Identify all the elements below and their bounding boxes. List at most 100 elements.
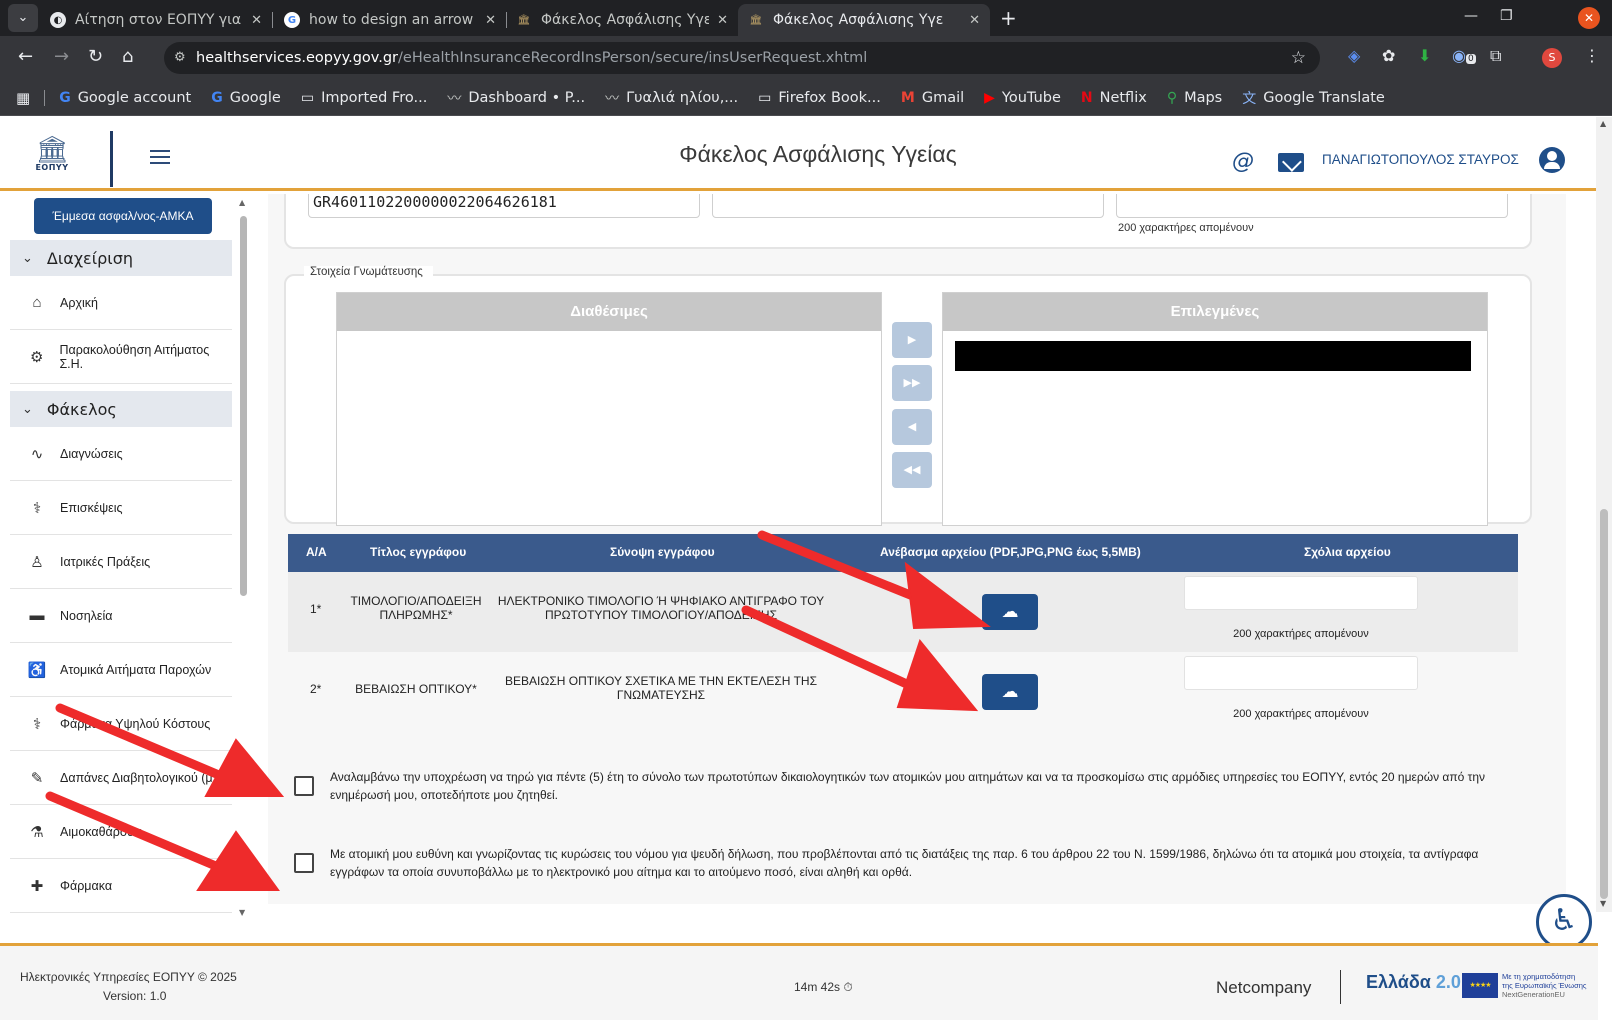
sidebar-group-management[interactable]: ⌄ Διαχείριση [10, 240, 232, 276]
bookmark-gmail[interactable]: M Gmail [901, 90, 964, 106]
tab-close-icon[interactable]: ✕ [251, 13, 262, 28]
user-avatar-icon[interactable] [1539, 147, 1565, 173]
available-list[interactable]: Διαθέσιμες [336, 292, 882, 526]
page-scroll-thumb[interactable] [1600, 509, 1608, 899]
tab-close-icon[interactable]: ✕ [717, 13, 728, 28]
sidebar-scroll-thumb[interactable] [240, 216, 247, 596]
declaration-checkbox[interactable] [294, 776, 314, 796]
sidebar-scrollbar[interactable]: ▲ ▼ [239, 198, 247, 917]
gmail-icon: M [900, 89, 915, 106]
chevron-down-icon: ⌄ [22, 250, 33, 266]
browser-tab-active[interactable]: 🏛 Φάκελος Ασφάλισης Υγε ✕ [738, 4, 990, 36]
available-list-header: Διαθέσιμες [337, 293, 881, 331]
bookmark-youtube[interactable]: ▶ YouTube [984, 90, 1061, 106]
upload-cloud-button[interactable]: ☁ [982, 594, 1038, 630]
sidebar-item-diagnoses[interactable]: ∿ Διαγνώσεις [10, 427, 232, 481]
tab-close-icon[interactable]: ✕ [969, 13, 980, 28]
user-name[interactable]: ΠΑΝΑΓΙΩΤΟΠΟΥΛΟΣ ΣΤΑΥΡΟΣ [1322, 152, 1519, 167]
declaration-checkbox[interactable] [294, 853, 314, 873]
scroll-down-icon[interactable]: ▼ [1600, 899, 1606, 908]
new-tab-button[interactable]: + [1000, 6, 1017, 30]
bank-comments-input[interactable] [1116, 194, 1508, 218]
extension-tag-icon[interactable]: ◈ [1348, 46, 1360, 65]
document-summary: ΗΛΕΚΤΡΟΝΙΚΟ ΤΙΜΟΛΟΓΙΟ Ή ΨΗΦΙΑΚΟ ΑΝΤΙΓΡΑΦ… [496, 594, 826, 622]
extension-badge-icon[interactable]: ◉ 0 [1452, 46, 1476, 65]
mail-icon[interactable] [1278, 153, 1304, 172]
apps-grid-icon[interactable]: ▦ [16, 89, 30, 107]
bookmark-star-icon[interactable]: ☆ [1291, 42, 1306, 74]
iban-input[interactable]: GR4601102200000022064626181 [308, 194, 700, 218]
move-right-button[interactable]: ▶ [892, 322, 932, 358]
scroll-up-icon[interactable]: ▲ [239, 198, 245, 207]
sidebar-item-high-cost-drugs[interactable]: ⚕ Φάρμακα Υψηλού Κόστους [10, 697, 232, 751]
bookmark-translate[interactable]: 文 Google Translate [1242, 88, 1385, 108]
move-all-left-button[interactable]: ◀◀ [892, 452, 932, 488]
upload-cloud-button[interactable]: ☁ [982, 674, 1038, 710]
bookmark-dashboard[interactable]: 〰 Dashboard • P... [447, 88, 585, 108]
page-scrollbar[interactable]: ▲ ▼ [1596, 117, 1612, 912]
profile-avatar[interactable]: S [1542, 48, 1562, 68]
browser-tab[interactable]: 🏛 Φάκελος Ασφάλισης Υγε ✕ [506, 4, 738, 36]
declaration-text: Με ατομική μου ευθύνη και γνωρίζοντας τι… [330, 847, 1479, 879]
sidebar-item-dialysis[interactable]: ⚗ Αιμοκαθάρσεις [10, 805, 232, 859]
accessibility-icon[interactable]: ♿ [1536, 894, 1592, 950]
bookmark-imported-folder[interactable]: ▭ Imported Fro... [301, 90, 427, 106]
sidebar-item-label: Αιμοκαθάρσεις [60, 824, 142, 839]
netflix-icon: N [1080, 89, 1093, 106]
bookmark-maps[interactable]: ⚲ Maps [1167, 90, 1222, 106]
home-icon[interactable]: ⌂ [122, 46, 133, 67]
sidebar-item-medical-procedures[interactable]: ♙ Ιατρικές Πράξεις [10, 535, 232, 589]
browser-menu-icon[interactable]: ⋮ [1584, 46, 1600, 65]
move-left-button[interactable]: ◀ [892, 409, 932, 445]
account-holder-input[interactable] [712, 194, 1104, 218]
minimize-icon[interactable]: — [1464, 8, 1478, 24]
bookmark-label: Google account [77, 89, 192, 106]
sidebar-item-diabetes-expenses[interactable]: ✎ Δαπάνες Διαβητολογικού (μ [10, 751, 232, 805]
sidebar-item-hospitalization[interactable]: ▬ Νοσηλεία [10, 589, 232, 643]
redacted-selected-item[interactable] [955, 341, 1471, 371]
hamburger-menu-icon[interactable] [150, 150, 170, 168]
bookmark-firefox-folder[interactable]: ▭ Firefox Book... [758, 90, 881, 106]
restore-icon[interactable]: ❐ [1500, 8, 1513, 24]
browser-tab[interactable]: ◐ Αίτηση στον ΕΟΠΥΥ για v ✕ [40, 4, 272, 36]
sidebar-item-medicines[interactable]: ✚ Φάρμακα [10, 859, 232, 913]
sidebar-item-benefit-requests[interactable]: ♿ Ατομικά Αιτήματα Παροχών [10, 643, 232, 697]
address-bar[interactable]: ⚙ healthservices.eopyy.gov.gr/eHealthIns… [164, 42, 1320, 74]
sidebar-group-label: Φάκελος [46, 399, 117, 419]
google-icon: G [211, 89, 223, 106]
at-sign-icon[interactable]: @ [1232, 149, 1254, 174]
file-comment-input[interactable] [1184, 576, 1418, 610]
site-info-icon[interactable]: ⚙ [174, 42, 186, 74]
bookmark-google-account[interactable]: G Google account [59, 90, 191, 106]
forward-icon[interactable]: → [54, 46, 69, 67]
back-icon[interactable]: ← [18, 46, 33, 67]
eopyy-logo[interactable]: 🏛 ΕΟΠΥΥ [30, 137, 74, 177]
sidebar-item-request-tracking[interactable]: ⚙ Παρακολούθηση Αιτήματος Σ.Η. [10, 330, 232, 384]
sidebar-item-home[interactable]: ⌂ Αρχική [10, 276, 232, 330]
sidebar-item-label: Ατομικά Αιτήματα Παροχών [60, 662, 212, 677]
bookmark-netflix[interactable]: N Netflix [1081, 90, 1147, 106]
scroll-up-icon[interactable]: ▲ [1600, 119, 1606, 128]
eu-funding-line: Με τη χρηματοδότηση [1502, 972, 1576, 981]
documents-table-header: Α/Α Τίτλος εγγράφου Σύνοψη εγγράφου Ανέβ… [288, 534, 1518, 572]
sidebar-group-folder[interactable]: ⌄ Φάκελος [10, 391, 232, 427]
browser-tab[interactable]: G how to design an arrow v ✕ [274, 4, 506, 36]
tab-close-icon[interactable]: ✕ [485, 13, 496, 28]
move-all-right-button[interactable]: ▶▶ [892, 365, 932, 401]
sidebar-item-visits[interactable]: ⚕ Επισκέψεις [10, 481, 232, 535]
selected-list[interactable]: Επιλεγμένες [942, 292, 1488, 526]
scroll-down-icon[interactable]: ▼ [239, 908, 245, 917]
extensions-puzzle-icon[interactable]: ⧉ [1490, 46, 1501, 66]
file-comment-input[interactable] [1184, 656, 1418, 690]
bookmark-label: Gmail [921, 89, 965, 106]
session-timer: 14m 42s ⏱ [794, 980, 853, 995]
download-icon[interactable]: ⬇ [1418, 46, 1431, 65]
bookmark-sunglasses[interactable]: 〰 Γυαλιά ηλίου,... [605, 88, 738, 108]
tab-search-button[interactable]: ⌄ [8, 4, 38, 32]
bookmark-label: Dashboard • P... [468, 89, 586, 106]
bookmark-google[interactable]: G Google [211, 90, 281, 106]
indirect-insured-button[interactable]: Έμμεσα ασφαλ/νος-ΑΜΚΑ [34, 198, 212, 234]
window-close-button[interactable]: ✕ [1578, 7, 1600, 29]
extension-paw-icon[interactable]: ✿ [1382, 46, 1395, 65]
reload-icon[interactable]: ↻ [88, 46, 103, 67]
